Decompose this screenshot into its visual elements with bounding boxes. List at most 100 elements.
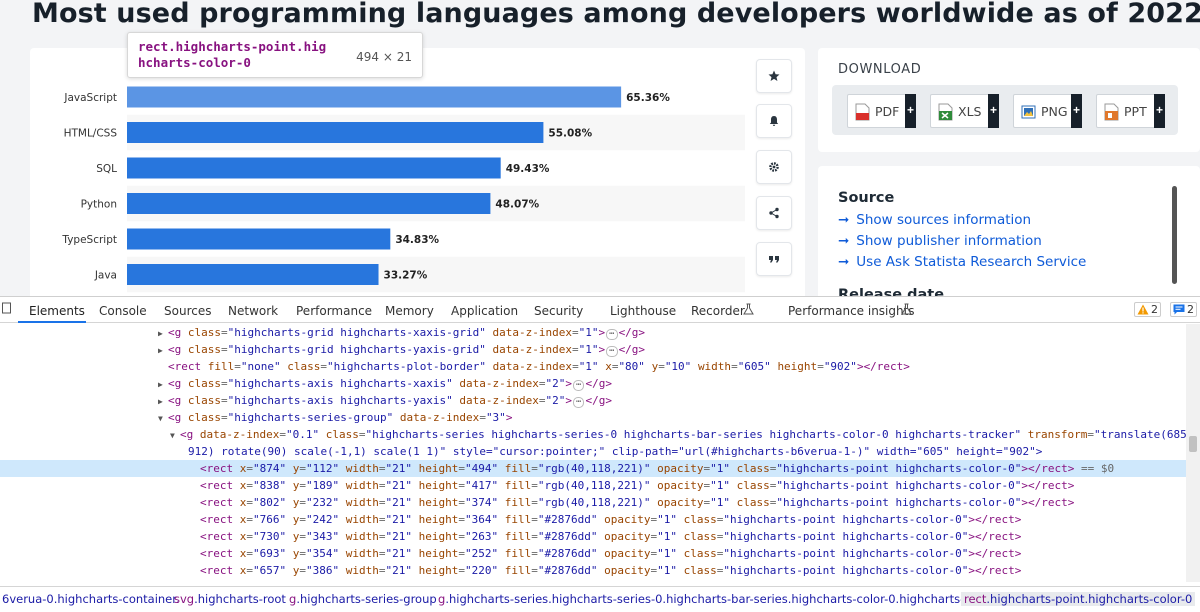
download-ppt-label: PPT [1124,104,1147,119]
xls-plus-icon[interactable]: + [988,94,999,128]
star-icon [768,70,780,81]
show-sources-label[interactable]: Show sources information [856,212,1031,228]
tab-performance[interactable]: Performance [296,304,372,318]
value-label: 65.36% [626,92,670,104]
dom-node-line[interactable]: <rect x="693" y="354" width="21" height=… [0,545,1186,562]
bar-html-css[interactable] [127,122,544,143]
expand-triangle-icon[interactable]: ▼ [170,427,180,444]
expand-triangle-icon[interactable]: ▶ [158,376,168,393]
ask-statista-link[interactable]: ➞ Use Ask Statista Research Service [838,254,1086,270]
messages-badge[interactable]: 2 [1170,302,1197,317]
value-label: 55.08% [548,128,592,140]
flask-icon [743,303,754,315]
tab-console[interactable]: Console [99,304,147,318]
ask-statista-label[interactable]: Use Ask Statista Research Service [856,254,1086,270]
dom-node-line[interactable]: ▼ <g data-z-index="0.1" class="highcharts… [0,426,1186,443]
expand-triangle-icon[interactable]: ▶ [158,325,168,342]
dom-node-line[interactable]: <rect x="766" y="242" width="21" height=… [0,511,1186,528]
download-png-button[interactable]: PNG + [1013,94,1082,128]
scrollbar-thumb[interactable] [1189,436,1197,452]
value-label: 34.83% [395,234,439,246]
download-panel: DOWNLOAD PDF + XLS + PNG + PPT + [818,48,1200,152]
breadcrumb-item[interactable]: g.highcharts-series-group [289,592,437,606]
ellipsis-icon[interactable]: ⋯ [573,397,585,408]
favorite-button[interactable] [756,59,792,93]
tab-performance-insights[interactable]: Performance insights [788,304,915,318]
pdf-plus-icon[interactable]: + [905,94,916,128]
expand-triangle-icon[interactable]: ▼ [158,410,168,427]
warnings-badge[interactable]: 2 [1134,302,1161,317]
share-button[interactable] [756,196,792,230]
arrow-right-icon: ➞ [838,254,850,270]
arrow-right-icon: ➞ [838,233,850,249]
active-tab-indicator [18,321,86,323]
pdf-file-icon [855,103,870,121]
ellipsis-icon[interactable]: ⋯ [606,329,618,340]
expand-triangle-icon[interactable]: ▶ [158,393,168,410]
category-label: TypeScript [61,234,117,246]
show-sources-link[interactable]: ➞ Show sources information [838,212,1031,228]
download-xls-button[interactable]: XLS + [930,94,999,128]
bar-javascript[interactable] [127,86,622,108]
breadcrumb-item[interactable]: 6verua-0.highcharts-container. [2,592,180,606]
bar-python[interactable] [127,193,491,214]
tab-network[interactable]: Network [228,304,278,318]
dom-node-line[interactable]: <rect fill="none" class="highcharts-plot… [0,358,1186,375]
value-label: 33.27% [384,270,428,282]
expand-triangle-icon[interactable]: ▶ [158,342,168,359]
dom-node-line[interactable]: ▼ <g class="highcharts-series-group" data… [0,409,1186,426]
breadcrumb-item[interactable]: svg.highcharts-root [174,592,286,606]
tab-recorder[interactable]: Recorder [691,304,745,318]
elements-scrollbar[interactable] [1186,324,1200,582]
png-file-icon [1021,105,1036,119]
download-pdf-button[interactable]: PDF + [847,94,916,128]
notification-button[interactable] [756,104,792,138]
dom-node-line[interactable]: ▶ <g class="highcharts-axis highcharts-xa… [0,375,1186,392]
settings-button[interactable] [756,150,792,184]
bar-java[interactable] [127,264,379,285]
download-png-label: PNG [1041,104,1068,119]
download-ppt-button[interactable]: PPT + [1096,94,1165,128]
warning-icon [1137,304,1149,315]
tab-lighthouse[interactable]: Lighthouse [610,304,676,318]
bar-sql[interactable] [127,157,501,179]
category-label: JavaScript [63,92,117,104]
flask-icon [901,303,912,315]
tab-sources[interactable]: Sources [164,304,211,318]
bar-typescript[interactable] [127,228,391,250]
ellipsis-icon[interactable]: ⋯ [573,380,585,391]
tab-memory[interactable]: Memory [385,304,434,318]
show-publisher-link[interactable]: ➞ Show publisher information [838,233,1042,249]
tab-elements[interactable]: Elements [29,304,85,318]
png-plus-icon[interactable]: + [1071,94,1082,128]
download-buttons: PDF + XLS + PNG + PPT + [832,85,1178,135]
dom-node-line[interactable]: 912) rotate(90) scale(-1,1) scale(1 1)" … [0,443,1186,460]
dom-node-line[interactable]: ▶ <g class="highcharts-grid highcharts-xa… [0,324,1186,341]
show-publisher-label[interactable]: Show publisher information [856,233,1042,249]
dom-node-line[interactable]: <rect x="730" y="343" width="21" height=… [0,528,1186,545]
dom-node-line[interactable]: ▶ <g class="highcharts-grid highcharts-ya… [0,341,1186,358]
release-date-title: Release date [838,287,945,296]
selected-dom-node[interactable]: <rect x="874" y="112" width="21" height=… [0,460,1186,477]
breadcrumb-item[interactable]: g.highcharts-series.highcharts-series-0.… [438,592,1005,606]
inspect-element-icon[interactable] [2,302,14,316]
share-icon [769,207,779,219]
dom-node-line[interactable]: <rect x="802" y="232" width="21" height=… [0,494,1186,511]
statista-page: Most used programming languages among de… [0,0,1200,296]
tab-security[interactable]: Security [534,304,583,318]
ellipsis-icon[interactable]: ⋯ [606,346,618,357]
cite-button[interactable] [756,242,792,276]
breadcrumb-item[interactable]: rect.highcharts-point.highcharts-color-0 [961,592,1196,606]
tab-application[interactable]: Application [451,304,518,318]
category-label: Python [81,199,117,211]
dom-node-line[interactable]: <rect x="838" y="189" width="21" height=… [0,477,1186,494]
source-scrollbar[interactable] [1172,186,1177,284]
messages-count: 2 [1187,303,1194,316]
ppt-plus-icon[interactable]: + [1154,94,1165,128]
dom-node-line[interactable]: <rect x="657" y="386" width="21" height=… [0,562,1186,579]
ppt-file-icon [1104,103,1119,121]
quote-icon [769,256,779,263]
dom-node-line[interactable]: <rect x="621" y="394" width="21" height=… [0,579,1186,582]
dom-node-line[interactable]: ▶ <g class="highcharts-axis highcharts-ya… [0,392,1186,409]
source-panel: Source ➞ Show sources information ➞ Show… [818,166,1200,296]
